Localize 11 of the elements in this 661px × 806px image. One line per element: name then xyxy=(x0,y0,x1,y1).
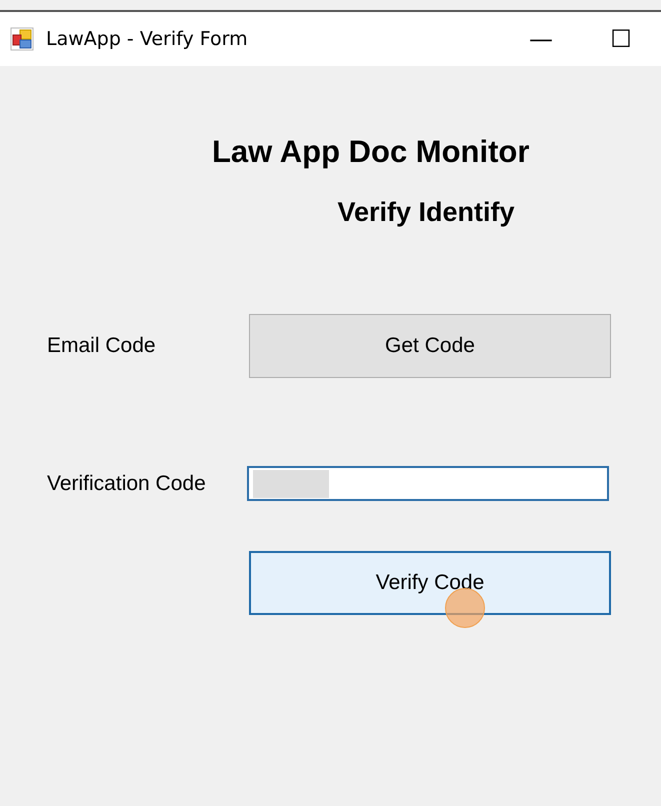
form-subheading: Verify Identify xyxy=(336,197,516,228)
maximize-button[interactable]: ☐ xyxy=(581,19,661,59)
field-label: Verification Code xyxy=(47,472,207,496)
field-label: Email Code xyxy=(47,334,157,358)
minimize-button[interactable]: — xyxy=(501,19,581,59)
window-title: LawApp - Verify Form xyxy=(46,28,248,50)
app-icon xyxy=(10,27,34,51)
verify-code-button[interactable]: Verify Code xyxy=(249,551,611,615)
get-code-button[interactable]: Get Code xyxy=(249,314,611,378)
input-field[interactable] xyxy=(247,466,609,501)
app-heading: Law App Doc Monitor xyxy=(212,134,530,170)
